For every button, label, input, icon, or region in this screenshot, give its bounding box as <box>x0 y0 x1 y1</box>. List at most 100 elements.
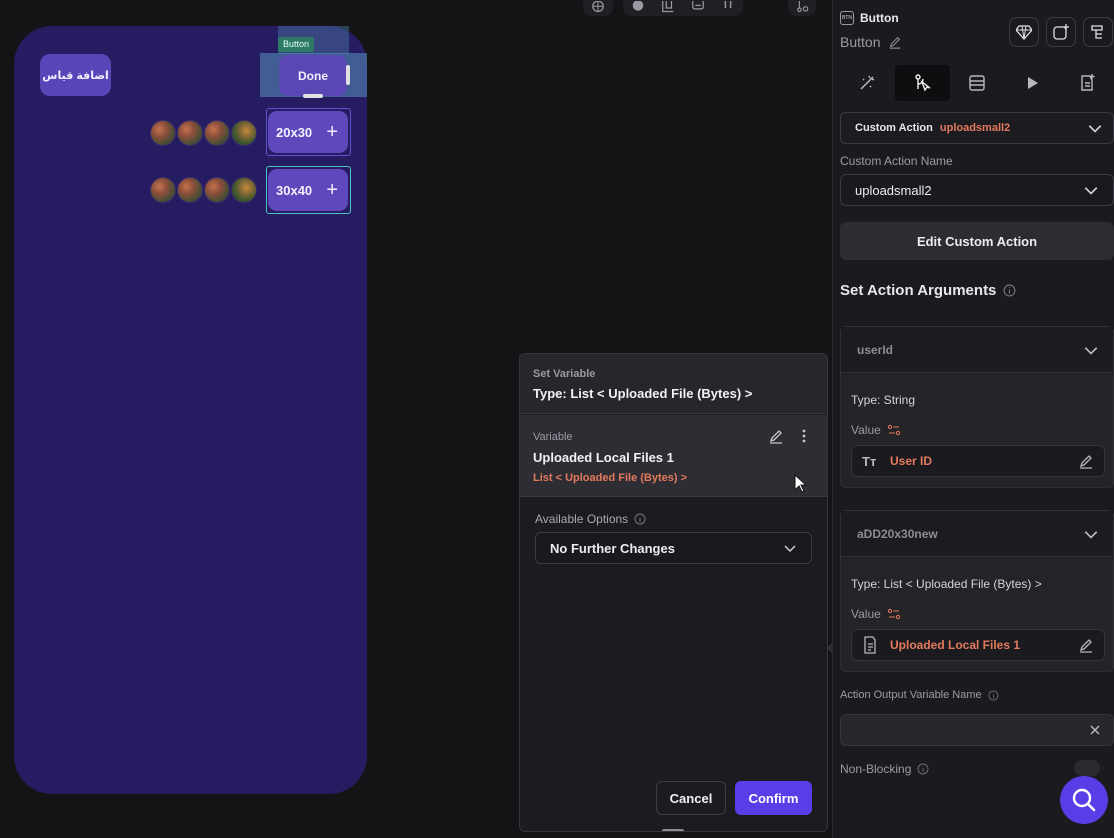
thumbnail-row-1 <box>150 120 257 146</box>
value-label: Value <box>851 607 881 621</box>
argument-type: Type: String <box>851 393 916 407</box>
widget-type-label: Button <box>860 11 899 25</box>
argument-name: userId <box>857 342 894 357</box>
variable-section: Variable Uploaded Local Files 1 List < U… <box>520 415 827 497</box>
header-caption: Set Variable <box>533 368 596 380</box>
globe-button[interactable] <box>583 0 613 16</box>
variable-source-icon <box>887 608 900 620</box>
canvas-toolbar <box>623 0 743 16</box>
chevron-down-icon <box>1084 346 1098 355</box>
diamond-icon <box>1016 25 1032 40</box>
add-size-button[interactable]: اضافة قياس <box>40 54 111 96</box>
variable-name: Uploaded Local Files 1 <box>533 450 674 465</box>
resize-handle-bottom[interactable] <box>303 94 323 98</box>
clear-icon[interactable] <box>1089 724 1101 736</box>
globe-icon <box>592 1 604 13</box>
diamond-button[interactable] <box>1009 17 1039 47</box>
cancel-button[interactable]: Cancel <box>656 781 726 815</box>
wand-icon <box>860 75 875 90</box>
add-component-button[interactable] <box>1046 17 1076 47</box>
value-text: Uploaded Local Files 1 <box>890 638 1021 652</box>
done-button[interactable]: Done <box>279 55 347 96</box>
info-icon <box>634 513 646 525</box>
tab-backend-query[interactable] <box>950 65 1005 101</box>
available-options-dropdown[interactable]: No Further Changes <box>535 532 812 564</box>
confirm-button[interactable]: Confirm <box>735 781 812 815</box>
button-widget-icon: BTN <box>840 11 854 25</box>
output-variable-input[interactable] <box>840 714 1114 746</box>
layout-icon[interactable] <box>661 1 675 15</box>
resize-handle-right[interactable] <box>346 65 350 85</box>
info-icon <box>917 763 929 775</box>
more-options-button[interactable] <box>796 428 812 444</box>
value-field-userid[interactable]: Tт User ID <box>851 445 1105 477</box>
thumbnail-image <box>150 120 176 146</box>
widget-type-row: BTN Button <box>840 11 899 25</box>
thumbnail-row-2 <box>150 177 257 203</box>
edit-variable-button[interactable] <box>768 428 784 444</box>
size-button-20x30[interactable]: 20x30 + <box>268 111 348 153</box>
tree-settings-button[interactable] <box>788 0 816 16</box>
output-label-row: Action Output Variable Name <box>840 689 999 701</box>
widget-tree-button[interactable] <box>1083 17 1113 47</box>
edit-custom-action-button[interactable]: Edit Custom Action <box>840 222 1114 260</box>
thumbnail-image <box>204 120 230 146</box>
thumbnail-image <box>204 177 230 203</box>
size-button-30x40[interactable]: 30x40 + <box>268 169 348 211</box>
device-icon[interactable] <box>691 1 705 15</box>
tab-actions[interactable] <box>894 65 950 101</box>
pencil-icon <box>1079 455 1092 469</box>
play-icon <box>1027 77 1038 89</box>
action-selector[interactable]: Custom Action uploadsmall2 <box>840 112 1114 144</box>
selection-tag: Button <box>278 37 315 52</box>
tree-settings-icon <box>797 1 809 13</box>
thumbnail-image <box>150 177 176 203</box>
action-flow-icon <box>915 74 931 92</box>
argument-type: Type: List < Uploaded File (Bytes) > <box>851 577 1042 591</box>
value-text: User ID <box>890 454 933 468</box>
cursor-arrow-icon <box>794 474 808 493</box>
doc-add-icon <box>1080 74 1095 91</box>
available-options-label: Available Options <box>535 512 629 526</box>
output-variable-label: Action Output Variable Name <box>840 689 982 701</box>
pencil-icon <box>890 36 901 49</box>
tab-properties[interactable] <box>840 65 895 101</box>
variable-source-icon <box>887 424 900 436</box>
thumbnail-image <box>177 120 203 146</box>
thumbnail-image <box>231 120 257 146</box>
thumbnail-image <box>177 177 203 203</box>
widget-name: Button <box>840 34 881 50</box>
file-upload-icon <box>862 636 890 654</box>
size-label: 30x40 <box>276 182 313 198</box>
tab-animations[interactable] <box>1004 65 1059 101</box>
non-blocking-toggle[interactable] <box>1074 760 1100 776</box>
non-blocking-row: Non-Blocking <box>840 762 929 776</box>
argument-card-add20x30new: aDD20x30new Type: List < Uploaded File (… <box>840 510 1114 672</box>
non-blocking-label: Non-Blocking <box>840 762 912 776</box>
arguments-title-row: Set Action Arguments <box>840 282 1016 299</box>
info-icon <box>1003 284 1016 297</box>
widget-name-row[interactable]: Button <box>840 34 902 50</box>
value-field-add20x30new[interactable]: Uploaded Local Files 1 <box>851 629 1105 661</box>
kebab-icon <box>802 429 806 443</box>
pencil-icon <box>769 430 782 444</box>
theme-icon[interactable] <box>631 1 645 15</box>
value-label-row: Value <box>851 423 901 437</box>
tab-documentation[interactable] <box>1059 65 1114 101</box>
argument-header[interactable]: userId <box>841 327 1113 373</box>
fit-icon[interactable] <box>721 1 735 15</box>
search-fab-button[interactable] <box>1060 776 1108 824</box>
info-icon <box>988 689 999 701</box>
argument-header[interactable]: aDD20x30new <box>841 511 1113 557</box>
size-label: 20x30 <box>276 124 313 140</box>
variable-caption: Variable <box>533 431 573 443</box>
chevron-down-icon <box>1084 187 1098 195</box>
argument-name: aDD20x30new <box>857 526 938 541</box>
custom-action-name-dropdown[interactable]: uploadsmall2 <box>840 174 1114 206</box>
popup-drag-handle-bottom[interactable] <box>662 829 684 831</box>
text-type-icon: Tт <box>862 453 877 469</box>
pencil-icon <box>1079 639 1092 653</box>
database-icon <box>969 75 985 91</box>
custom-action-name-label: Custom Action Name <box>840 154 953 168</box>
action-selector-label: Custom Action uploadsmall2 <box>855 122 1010 134</box>
